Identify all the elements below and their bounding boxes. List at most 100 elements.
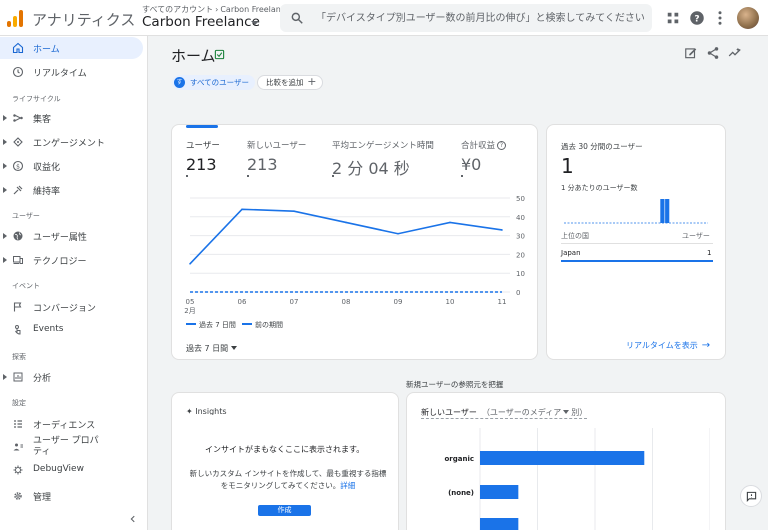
more-vert-icon[interactable] bbox=[711, 9, 729, 27]
search-input[interactable] bbox=[316, 8, 646, 28]
globe-icon bbox=[13, 231, 23, 241]
help-icon[interactable]: ? bbox=[688, 9, 706, 27]
customize-report-icon[interactable] bbox=[684, 46, 698, 60]
minute-bar bbox=[665, 199, 670, 223]
home-icon bbox=[12, 42, 24, 54]
sidebar-item-label: 管理 bbox=[33, 493, 52, 503]
acquisition-bar bbox=[480, 451, 645, 465]
x-tick-label: 10 bbox=[446, 298, 455, 306]
insights-message: インサイトがまもなくここに表示されます。 bbox=[205, 445, 365, 454]
share-icon[interactable] bbox=[706, 46, 720, 60]
sidebar-item-label: ホーム bbox=[33, 45, 60, 55]
sidebar-item-label: リアルタイム bbox=[33, 69, 87, 79]
country-cell: Japan bbox=[561, 249, 581, 257]
acquisition-title[interactable]: 新しいユーザー （ユーザーのメディア 別） bbox=[421, 407, 588, 419]
sidebar-item-label: ユーザー プロパティ bbox=[33, 436, 99, 457]
sidebar: ホーム リアルタイム ライフサイクル 集客 エンゲージメント $ 収益化 維持率… bbox=[0, 36, 148, 530]
data-point bbox=[345, 221, 347, 224]
y-tick-label: 40 bbox=[516, 214, 525, 222]
col-users: ユーザー bbox=[682, 232, 710, 240]
sidebar-item-home[interactable]: ホーム bbox=[0, 37, 143, 59]
expand-icon bbox=[3, 139, 7, 145]
flag-icon bbox=[13, 302, 22, 312]
sidebar-item-monetization[interactable]: $ 収益化 bbox=[0, 155, 143, 177]
realtime-label: 過去 30 分間のユーザー bbox=[561, 142, 643, 151]
sidebar-item-acquisition[interactable]: 集客 bbox=[0, 107, 143, 129]
section-explore: 探索 bbox=[12, 353, 26, 361]
chevron-down-icon bbox=[563, 410, 570, 414]
category-label: (none) bbox=[448, 489, 474, 497]
minute-bar bbox=[660, 199, 665, 223]
legend-current: 過去 7 日間 bbox=[186, 320, 236, 330]
arrow-right-icon: → bbox=[701, 340, 711, 351]
selected-metric-indicator bbox=[186, 125, 218, 128]
avatar[interactable] bbox=[737, 7, 759, 29]
chevron-down-icon bbox=[231, 346, 238, 350]
section-lifecycle: ライフサイクル bbox=[12, 95, 61, 103]
feedback-button[interactable] bbox=[740, 485, 762, 507]
data-point bbox=[449, 221, 451, 224]
sidebar-item-retention[interactable]: 維持率 bbox=[0, 179, 143, 201]
acquisition-icon bbox=[13, 114, 23, 122]
metric-new-users[interactable]: 新しいユーザー 213 bbox=[247, 139, 306, 177]
comparison-chip-all-users[interactable]: す すべてのユーザー bbox=[172, 75, 256, 90]
country-share-bar bbox=[561, 260, 713, 262]
analysis-icon bbox=[13, 372, 23, 382]
sidebar-item-label: DebugView bbox=[33, 464, 84, 474]
help-icon[interactable]: ? bbox=[497, 141, 507, 150]
x-tick-label: 06 bbox=[238, 298, 247, 306]
debug-icon bbox=[13, 465, 23, 475]
sidebar-item-explore[interactable]: 分析 bbox=[0, 366, 143, 388]
users-line-chart: 0 10 20 30 40 50 05 06 07 08 09 10 11 2月 bbox=[184, 195, 525, 315]
y-tick-label: 20 bbox=[516, 251, 525, 259]
check-badge-icon[interactable] bbox=[214, 49, 225, 60]
metric-trend-dash bbox=[332, 175, 334, 177]
legend-swatch bbox=[186, 323, 196, 325]
sidebar-item-label: 集客 bbox=[33, 115, 52, 125]
chevron-down-icon[interactable] bbox=[251, 21, 259, 25]
metric-revenue[interactable]: 合計収益? ¥0 bbox=[461, 139, 507, 177]
metric-engagement-time[interactable]: 平均エンゲージメント時間 2 分 04 秒 bbox=[332, 139, 434, 179]
sidebar-item-label: Events bbox=[33, 324, 64, 334]
devices-icon bbox=[13, 256, 23, 264]
plus-icon: + bbox=[307, 75, 317, 88]
metric-trend-dash bbox=[247, 175, 249, 177]
x-tick-label: 07 bbox=[290, 298, 299, 306]
sidebar-item-label: テクノロジー bbox=[33, 257, 87, 267]
sidebar-item-tech[interactable]: テクノロジー bbox=[0, 249, 143, 271]
svg-text:?: ? bbox=[694, 14, 699, 24]
metric-users[interactable]: ユーザー 213 bbox=[186, 139, 220, 177]
section-heading: 新規ユーザーの参照元を把握 bbox=[406, 380, 504, 389]
x-tick-label: 05 bbox=[186, 298, 195, 306]
sidebar-item-engagement[interactable]: エンゲージメント bbox=[0, 131, 143, 153]
expand-icon bbox=[3, 115, 7, 121]
sidebar-item-demographics[interactable]: ユーザー属性 bbox=[0, 225, 143, 247]
search-bar[interactable] bbox=[280, 4, 652, 32]
dollar-icon: $ bbox=[12, 160, 24, 172]
sidebar-item-conversions[interactable]: コンバージョン bbox=[0, 296, 143, 318]
learn-more-link[interactable]: 詳細 bbox=[340, 481, 355, 490]
collapse-sidebar-icon[interactable] bbox=[128, 514, 138, 524]
sidebar-item-realtime[interactable]: リアルタイム bbox=[0, 61, 143, 83]
users-cell: 1 bbox=[707, 249, 712, 257]
sidebar-item-debugview[interactable]: DebugView bbox=[0, 459, 143, 481]
apps-icon[interactable] bbox=[664, 9, 682, 27]
insights-icon[interactable] bbox=[728, 46, 742, 60]
sidebar-item-audiences[interactable]: オーディエンス bbox=[0, 413, 143, 435]
sidebar-item-admin[interactable]: 管理 bbox=[0, 485, 143, 507]
insights-description: 新しいカスタム インサイトを作成して、最も重視する指標をモニタリングしてみてくだ… bbox=[189, 469, 387, 490]
breadcrumb-all-accounts[interactable]: すべてのアカウント bbox=[142, 5, 213, 14]
y-tick-label: 30 bbox=[516, 233, 525, 241]
view-realtime-link[interactable]: リアルタイムを表示 → bbox=[626, 340, 710, 351]
sidebar-item-events[interactable]: Events bbox=[0, 319, 143, 341]
sidebar-item-label: 維持率 bbox=[33, 187, 61, 197]
data-point bbox=[241, 208, 243, 211]
date-range-dropdown[interactable]: 過去 7 日間 bbox=[186, 343, 238, 354]
expand-icon bbox=[3, 163, 7, 169]
property-selector[interactable]: Carbon Freelance bbox=[142, 14, 260, 30]
create-insight-button[interactable]: 作成 bbox=[258, 505, 311, 516]
search-icon bbox=[291, 12, 303, 24]
analytics-logo-icon[interactable] bbox=[7, 9, 25, 27]
add-comparison-button[interactable]: 比較を追加 + bbox=[257, 75, 323, 90]
acquisition-bar bbox=[480, 518, 519, 530]
